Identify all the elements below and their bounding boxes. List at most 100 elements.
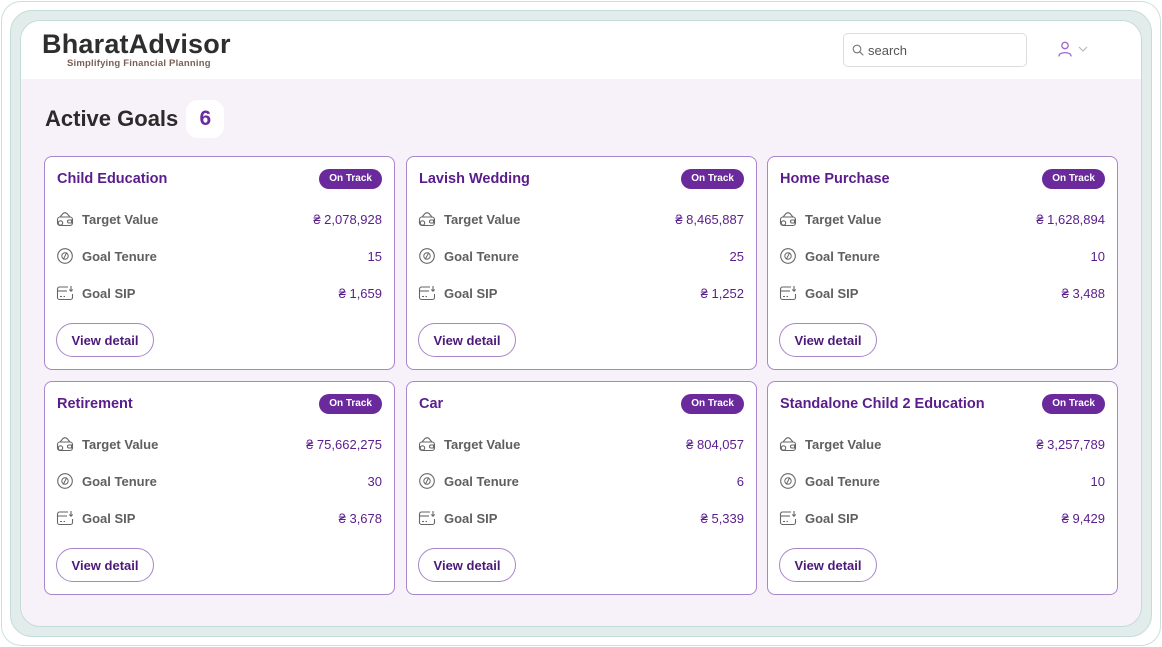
goal-tenure-row: Goal Tenure 15 bbox=[56, 245, 382, 267]
card-add-icon bbox=[56, 284, 74, 302]
goal-name[interactable]: Home Purchase bbox=[780, 171, 890, 187]
search-box[interactable] bbox=[843, 33, 1027, 67]
view-detail-button[interactable]: View detail bbox=[418, 323, 516, 357]
goal-card: Retirement On Track Target Value ₴ 75,66… bbox=[44, 381, 395, 595]
coin-icon bbox=[56, 472, 74, 490]
app-window: BharatAdvisor Simplifying Financial Plan… bbox=[20, 20, 1142, 627]
search-icon bbox=[852, 44, 864, 56]
goal-tenure: 30 bbox=[367, 473, 382, 489]
search-input[interactable] bbox=[868, 42, 1018, 58]
wallet-icon bbox=[418, 435, 436, 453]
card-add-icon bbox=[779, 284, 797, 302]
card-add-icon bbox=[418, 284, 436, 302]
status-badge: On Track bbox=[681, 394, 744, 414]
goal-sip-row: Goal SIP ₴ 1,659 bbox=[56, 282, 382, 304]
goal-tenure: 10 bbox=[1090, 248, 1105, 264]
target-value-label: Target Value bbox=[805, 211, 882, 227]
coin-icon bbox=[779, 472, 797, 490]
goal-name[interactable]: Lavish Wedding bbox=[419, 171, 530, 187]
goal-tenure-row: Goal Tenure 25 bbox=[418, 245, 744, 267]
goal-tenure-row: Goal Tenure 6 bbox=[418, 470, 744, 492]
brand-tagline: Simplifying Financial Planning bbox=[67, 58, 211, 69]
card-add-icon bbox=[418, 509, 436, 527]
wallet-icon bbox=[56, 435, 74, 453]
target-value-row: Target Value ₴ 8,465,887 bbox=[418, 208, 744, 230]
goal-sip: ₴ 1,659 bbox=[338, 285, 382, 301]
status-badge: On Track bbox=[1042, 169, 1105, 189]
target-value: ₴ 75,662,275 bbox=[306, 436, 382, 452]
status-badge: On Track bbox=[681, 169, 744, 189]
goal-tenure: 6 bbox=[736, 473, 744, 489]
goal-sip-label: Goal SIP bbox=[805, 510, 859, 526]
page-title: Active Goals bbox=[45, 106, 179, 131]
goal-card: Car On Track Target Value ₴ 804,057 Goal… bbox=[406, 381, 757, 595]
goal-tenure-label: Goal Tenure bbox=[444, 248, 519, 264]
user-menu[interactable] bbox=[1058, 41, 1088, 57]
wallet-icon bbox=[779, 435, 797, 453]
goal-name[interactable]: Child Education bbox=[57, 171, 167, 187]
goal-tenure: 25 bbox=[729, 248, 744, 264]
goal-tenure-label: Goal Tenure bbox=[82, 248, 157, 264]
wallet-icon bbox=[779, 210, 797, 228]
goal-sip-row: Goal SIP ₴ 3,678 bbox=[56, 507, 382, 529]
target-value-label: Target Value bbox=[82, 211, 159, 227]
goal-card: Lavish Wedding On Track Target Value ₴ 8… bbox=[406, 156, 757, 370]
goal-tenure: 15 bbox=[367, 248, 382, 264]
coin-icon bbox=[779, 247, 797, 265]
user-icon bbox=[1058, 41, 1072, 57]
view-detail-button[interactable]: View detail bbox=[56, 548, 154, 582]
goal-tenure-label: Goal Tenure bbox=[805, 473, 880, 489]
goal-sip-label: Goal SIP bbox=[805, 285, 859, 301]
status-badge: On Track bbox=[319, 394, 382, 414]
wallet-icon bbox=[418, 210, 436, 228]
target-value-label: Target Value bbox=[444, 436, 521, 452]
target-value-label: Target Value bbox=[444, 211, 521, 227]
goal-sip: ₴ 3,488 bbox=[1061, 285, 1105, 301]
target-value: ₴ 1,628,894 bbox=[1036, 211, 1105, 227]
top-bar: BharatAdvisor Simplifying Financial Plan… bbox=[21, 21, 1141, 79]
coin-icon bbox=[418, 247, 436, 265]
goal-sip: ₴ 5,339 bbox=[700, 510, 744, 526]
view-detail-button[interactable]: View detail bbox=[779, 323, 877, 357]
goal-card: Child Education On Track Target Value ₴ … bbox=[44, 156, 395, 370]
goal-sip-row: Goal SIP ₴ 1,252 bbox=[418, 282, 744, 304]
target-value-row: Target Value ₴ 3,257,789 bbox=[779, 433, 1105, 455]
view-detail-button[interactable]: View detail bbox=[418, 548, 516, 582]
goal-name[interactable]: Car bbox=[419, 396, 443, 412]
goal-sip-row: Goal SIP ₴ 5,339 bbox=[418, 507, 744, 529]
target-value: ₴ 8,465,887 bbox=[675, 211, 744, 227]
goal-card: Standalone Child 2 Education On Track Ta… bbox=[767, 381, 1118, 595]
target-value-row: Target Value ₴ 2,078,928 bbox=[56, 208, 382, 230]
goal-sip-label: Goal SIP bbox=[82, 285, 136, 301]
goal-tenure-label: Goal Tenure bbox=[82, 473, 157, 489]
goal-tenure-label: Goal Tenure bbox=[805, 248, 880, 264]
view-detail-button[interactable]: View detail bbox=[56, 323, 154, 357]
goal-tenure: 10 bbox=[1090, 473, 1105, 489]
target-value-label: Target Value bbox=[82, 436, 159, 452]
target-value: ₴ 3,257,789 bbox=[1036, 436, 1105, 452]
wallet-icon bbox=[56, 210, 74, 228]
card-add-icon bbox=[779, 509, 797, 527]
brand-logo-title[interactable]: BharatAdvisor bbox=[42, 29, 231, 60]
target-value-row: Target Value ₴ 75,662,275 bbox=[56, 433, 382, 455]
view-detail-button[interactable]: View detail bbox=[779, 548, 877, 582]
target-value-label: Target Value bbox=[805, 436, 882, 452]
page-heading: Active Goals 6 bbox=[45, 100, 225, 138]
target-value: ₴ 2,078,928 bbox=[313, 211, 382, 227]
coin-icon bbox=[56, 247, 74, 265]
target-value-row: Target Value ₴ 1,628,894 bbox=[779, 208, 1105, 230]
goal-sip-row: Goal SIP ₴ 9,429 bbox=[779, 507, 1105, 529]
chevron-down-icon bbox=[1078, 46, 1088, 52]
goal-name[interactable]: Retirement bbox=[57, 396, 133, 412]
goal-name[interactable]: Standalone Child 2 Education bbox=[780, 396, 985, 412]
goal-tenure-row: Goal Tenure 10 bbox=[779, 245, 1105, 267]
target-value-row: Target Value ₴ 804,057 bbox=[418, 433, 744, 455]
goal-sip-label: Goal SIP bbox=[444, 510, 498, 526]
goal-sip-row: Goal SIP ₴ 3,488 bbox=[779, 282, 1105, 304]
goal-tenure-row: Goal Tenure 30 bbox=[56, 470, 382, 492]
goal-sip: ₴ 1,252 bbox=[700, 285, 744, 301]
goal-tenure-label: Goal Tenure bbox=[444, 473, 519, 489]
target-value: ₴ 804,057 bbox=[686, 436, 744, 452]
goal-count-badge: 6 bbox=[186, 100, 225, 138]
coin-icon bbox=[418, 472, 436, 490]
